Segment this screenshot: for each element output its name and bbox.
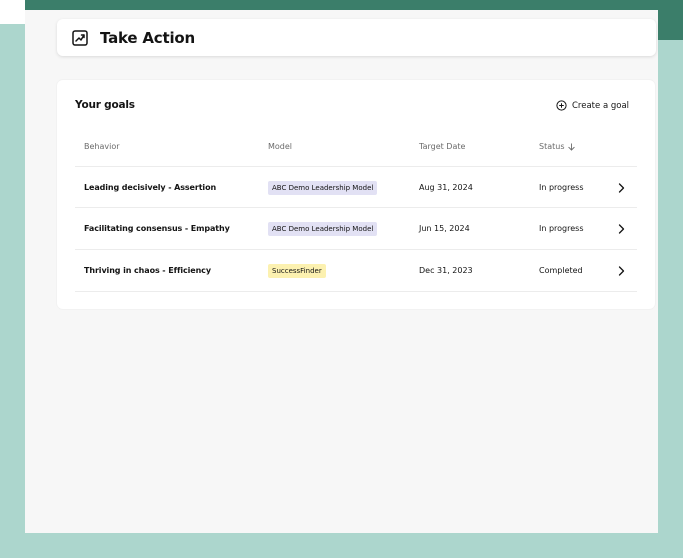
column-header-behavior[interactable]: Behavior — [84, 142, 120, 151]
model-tag: ABC Demo Leadership Model — [268, 221, 378, 236]
table-row[interactable]: Facilitating consensus - Empathy ABC Dem… — [75, 207, 637, 249]
model-cell: SuccessFinder — [268, 250, 326, 291]
goals-section-title: Your goals — [75, 99, 135, 111]
behavior-cell: Leading decisively - Assertion — [84, 183, 217, 192]
chevron-right-icon[interactable] — [618, 167, 625, 208]
model-tag: SuccessFinder — [268, 263, 326, 278]
page-header: Take Action — [57, 19, 656, 56]
arrow-down-icon — [567, 142, 575, 150]
goals-card: Your goals Create a goal Behavior Model … — [57, 80, 655, 309]
column-header-model[interactable]: Model — [268, 142, 292, 151]
chevron-right-icon[interactable] — [618, 208, 625, 249]
behavior-cell: Facilitating consensus - Empathy — [84, 224, 230, 233]
column-header-target-date[interactable]: Target Date — [419, 142, 465, 151]
model-cell: ABC Demo Leadership Model — [268, 208, 378, 249]
trending-up-icon — [71, 29, 89, 47]
target-date-cell: Jun 15, 2024 — [419, 224, 470, 233]
target-date-cell: Dec 31, 2023 — [419, 266, 473, 275]
table-row[interactable]: Leading decisively - Assertion ABC Demo … — [75, 166, 637, 208]
create-goal-button[interactable]: Create a goal — [556, 100, 629, 111]
status-cell: Completed — [539, 266, 583, 275]
plus-circle-icon — [556, 100, 567, 111]
status-cell: In progress — [539, 224, 584, 233]
column-header-status[interactable]: Status — [539, 142, 575, 151]
chevron-right-icon[interactable] — [618, 250, 625, 291]
table-row[interactable]: Thriving in chaos - Efficiency SuccessFi… — [75, 249, 637, 292]
model-tag: ABC Demo Leadership Model — [268, 180, 378, 195]
create-goal-label: Create a goal — [572, 100, 630, 111]
column-header-status-label: Status — [539, 142, 565, 151]
model-cell: ABC Demo Leadership Model — [268, 167, 378, 208]
page-title: Take Action — [100, 28, 195, 47]
target-date-cell: Aug 31, 2024 — [419, 183, 473, 192]
status-cell: In progress — [539, 183, 584, 192]
behavior-cell: Thriving in chaos - Efficiency — [84, 266, 211, 275]
